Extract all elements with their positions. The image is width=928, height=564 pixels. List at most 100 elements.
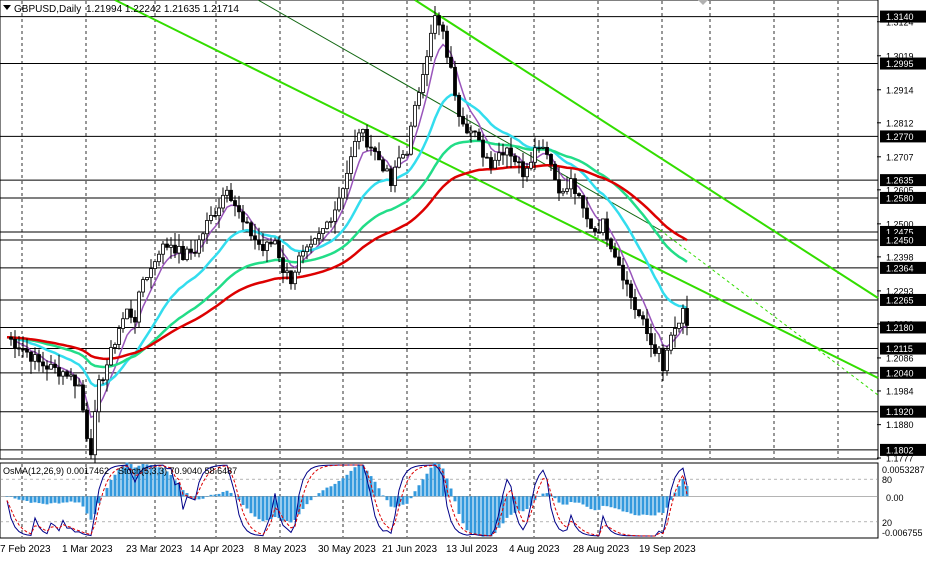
candle-body xyxy=(197,239,201,254)
osma-bar xyxy=(113,474,117,497)
osma-bar xyxy=(57,496,61,504)
osma-bar xyxy=(417,485,421,497)
candle-body xyxy=(105,364,109,381)
candle-body xyxy=(325,221,329,229)
date-tick-label: 23 Mar 2023 xyxy=(126,544,183,555)
date-tick-label: 14 Apr 2023 xyxy=(190,544,244,555)
osma-bar xyxy=(537,496,541,497)
candle-body xyxy=(181,245,185,261)
candle-body xyxy=(269,241,273,245)
candle-body xyxy=(69,374,73,377)
candle-body xyxy=(397,157,401,168)
candle-body xyxy=(125,308,129,320)
candle-body xyxy=(257,239,261,245)
candle-body xyxy=(493,159,497,169)
ohlc-values: 1.21994 1.22242 1.21635 1.21714 xyxy=(86,4,239,15)
osma-bar xyxy=(309,496,313,501)
candle-body xyxy=(421,74,425,93)
candle-body xyxy=(41,361,45,367)
osma-bar xyxy=(421,479,425,497)
osma-bar xyxy=(317,493,321,497)
candle-body xyxy=(381,159,385,172)
candle-body xyxy=(37,354,41,363)
date-tick-label: 1 Mar 2023 xyxy=(62,544,113,555)
candle-body xyxy=(545,146,549,155)
osma-bar xyxy=(609,496,613,508)
candle-body xyxy=(281,257,285,273)
osma-bar xyxy=(333,483,337,497)
candle-body xyxy=(609,238,613,250)
candle-body xyxy=(517,161,521,164)
osma-bar xyxy=(197,496,201,500)
candle-body xyxy=(365,129,369,148)
osma-bar xyxy=(17,496,21,500)
candle-body xyxy=(157,253,161,263)
candle-body xyxy=(509,147,513,157)
candle-body xyxy=(253,235,257,241)
osma-bar xyxy=(681,478,685,497)
candle-body xyxy=(85,409,89,439)
candle-body xyxy=(245,221,249,224)
candle-body xyxy=(633,297,637,311)
candle-body xyxy=(649,333,653,346)
candle-body xyxy=(161,243,165,255)
osc-header: OsMA(12,26,9) 0.0017462 Stoch(5,3,3) 70.… xyxy=(3,466,237,476)
candle-body xyxy=(301,251,305,257)
osma-bar xyxy=(21,496,25,501)
candle-body xyxy=(477,131,481,141)
candle-body xyxy=(549,154,553,165)
osma-bar xyxy=(13,496,17,499)
date-tick-label: 21 Jun 2023 xyxy=(382,544,437,555)
osma-bar xyxy=(69,496,73,502)
candle-body xyxy=(333,209,337,222)
osma-bar xyxy=(617,496,621,510)
candle-body xyxy=(605,218,609,240)
candle-body xyxy=(89,438,93,456)
osma-bar xyxy=(389,496,393,507)
osma-bar xyxy=(265,496,269,521)
osma-bar xyxy=(109,479,113,497)
date-tick-label: 8 May 2023 xyxy=(254,544,307,555)
osma-bar xyxy=(5,496,9,497)
osma-bar xyxy=(45,496,49,505)
osma-bar xyxy=(305,496,309,505)
candle-body xyxy=(81,384,85,411)
osma-bar xyxy=(73,496,77,503)
price-level-label: 1.2770 xyxy=(886,132,914,142)
osma-bar xyxy=(461,496,465,524)
candle-body xyxy=(685,308,689,326)
osma-bar xyxy=(629,496,633,514)
osma-bar xyxy=(253,496,257,517)
osma-bar xyxy=(557,496,561,503)
osma-bar xyxy=(37,496,41,504)
date-tick-label: 7 Feb 2023 xyxy=(0,544,51,555)
candle-body xyxy=(389,168,393,186)
osma-bar xyxy=(625,496,629,513)
candle-body xyxy=(561,190,565,194)
osma-bar xyxy=(653,496,657,516)
candle-body xyxy=(557,179,561,194)
osma-bar xyxy=(53,496,57,503)
candle-body xyxy=(189,248,193,253)
candle-body xyxy=(25,348,29,353)
osma-bar xyxy=(541,493,545,497)
candle-body xyxy=(329,220,333,223)
osma-bar xyxy=(657,496,661,513)
candle-body xyxy=(653,344,657,354)
osma-bar xyxy=(209,494,213,497)
candle-body xyxy=(405,153,409,156)
candle-body xyxy=(485,156,489,159)
candle-body xyxy=(201,233,205,241)
candle-body xyxy=(93,411,97,456)
candle-body xyxy=(593,228,597,233)
osma-bar xyxy=(485,496,489,537)
stoch-axis-20: 20 xyxy=(882,518,892,528)
candle-body xyxy=(577,193,581,197)
stoch-axis-80: 80 xyxy=(882,475,892,485)
candle-body xyxy=(413,104,417,127)
osma-bar xyxy=(61,496,65,503)
osma-bar xyxy=(633,496,637,516)
candle-body xyxy=(349,156,353,174)
candle-body xyxy=(117,328,121,345)
candle-body xyxy=(65,371,69,377)
